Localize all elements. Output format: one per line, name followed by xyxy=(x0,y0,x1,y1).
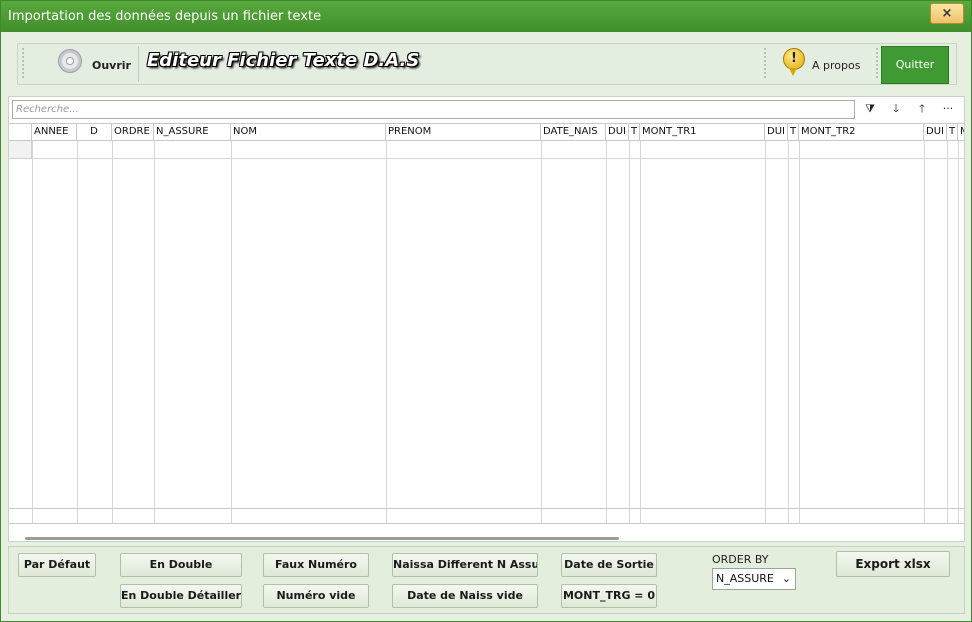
column-divider xyxy=(112,141,113,508)
column-header[interactable]: MONT_TR1 xyxy=(640,124,765,140)
new-row[interactable] xyxy=(9,141,964,159)
info-icon-tail xyxy=(789,68,797,76)
info-icon: ! xyxy=(783,48,805,70)
empty-birthdate-button[interactable]: Date de Naiss vide xyxy=(392,584,538,608)
exit-date-button[interactable]: Date de Sortie xyxy=(561,553,657,577)
close-button[interactable]: × xyxy=(930,3,964,24)
column-header[interactable]: MONT_TR2 xyxy=(799,124,924,140)
column-divider xyxy=(154,141,155,508)
sort-up-icon[interactable]: 🡑 xyxy=(915,102,929,116)
empty-number-button[interactable]: Numéro vide xyxy=(263,584,369,608)
column-header[interactable]: DUI xyxy=(765,124,788,140)
open-button[interactable]: Ouvrir xyxy=(28,44,131,84)
column-divider xyxy=(629,509,630,523)
default-button[interactable]: Par Défaut xyxy=(18,553,96,577)
column-divider xyxy=(112,509,113,523)
open-label: Ouvrir xyxy=(92,59,131,72)
search-input[interactable] xyxy=(12,100,855,119)
duplicates-detailed-button[interactable]: En Double Détailler xyxy=(120,584,242,608)
column-divider xyxy=(77,141,78,508)
about-button[interactable]: ! A propos xyxy=(776,44,876,84)
column-divider xyxy=(765,141,766,508)
toolbar-separator xyxy=(138,46,139,82)
column-divider xyxy=(541,509,542,523)
column-divider xyxy=(947,509,948,523)
cd-icon xyxy=(58,49,82,73)
grid-footer-row xyxy=(9,508,964,524)
column-divider xyxy=(32,509,33,523)
column-divider xyxy=(154,509,155,523)
column-header[interactable]: T xyxy=(629,124,640,140)
column-header[interactable]: ANNEE xyxy=(32,124,77,140)
data-grid-panel: ⧩ 🡓 🡑 ··· ANNEE D ORDRE N_ASSURE NOM PRE… xyxy=(8,96,965,542)
toolbar: Ouvrir Editeur Fichier Texte D.A.S ! A p… xyxy=(17,43,957,85)
column-divider xyxy=(799,509,800,523)
column-header[interactable]: NOM xyxy=(231,124,386,140)
column-divider xyxy=(788,141,789,508)
about-label: A propos xyxy=(812,59,861,72)
column-header[interactable]: DUI xyxy=(924,124,947,140)
column-divider xyxy=(765,509,766,523)
column-divider xyxy=(629,141,630,508)
duplicates-button[interactable]: En Double xyxy=(120,553,242,577)
toolbar-grip xyxy=(22,48,24,80)
column-header[interactable]: T xyxy=(947,124,958,140)
chevron-down-icon: ⌄ xyxy=(781,572,791,585)
title-bar: Importation des données depuis un fichie… xyxy=(1,1,971,32)
column-divider xyxy=(386,141,387,508)
column-header[interactable]: M xyxy=(958,124,964,140)
column-divider xyxy=(231,509,232,523)
main-window: Importation des données depuis un fichie… xyxy=(0,0,972,622)
column-header[interactable]: N_ASSURE xyxy=(154,124,231,140)
column-divider xyxy=(958,141,959,508)
toolbar-grip xyxy=(876,48,878,80)
grid-header: ANNEE D ORDRE N_ASSURE NOM PRENOM DATE_N… xyxy=(9,123,964,141)
column-header[interactable]: T xyxy=(788,124,799,140)
window-title: Importation des données depuis un fichie… xyxy=(8,9,322,24)
column-divider xyxy=(788,509,789,523)
column-divider xyxy=(640,141,641,508)
filter-icon[interactable]: ⧩ xyxy=(863,102,877,116)
toolbar-grip xyxy=(764,48,766,80)
export-xlsx-button[interactable]: Export xlsx xyxy=(836,551,950,577)
column-divider xyxy=(32,141,33,508)
row-selector[interactable] xyxy=(9,141,32,159)
column-header[interactable]: D xyxy=(77,124,112,140)
column-divider xyxy=(947,141,948,508)
column-divider xyxy=(606,141,607,508)
column-divider xyxy=(924,141,925,508)
row-selector-header[interactable] xyxy=(9,124,32,140)
birth-mismatch-button[interactable]: Naissa Different N Assure xyxy=(392,553,538,577)
app-title: Editeur Fichier Texte D.A.S xyxy=(147,50,420,71)
quit-button[interactable]: Quitter xyxy=(881,46,949,84)
column-divider xyxy=(799,141,800,508)
mont-trg-zero-button[interactable]: MONT_TRG = 0 xyxy=(561,584,657,608)
sort-down-icon[interactable]: 🡓 xyxy=(889,102,903,116)
column-divider xyxy=(77,509,78,523)
column-header[interactable]: DATE_NAIS xyxy=(541,124,606,140)
column-divider xyxy=(231,141,232,508)
data-grid[interactable]: ANNEE D ORDRE N_ASSURE NOM PRENOM DATE_N… xyxy=(9,123,964,541)
column-divider xyxy=(386,509,387,523)
horizontal-scrollbar[interactable] xyxy=(25,537,619,540)
column-divider xyxy=(958,509,959,523)
column-divider xyxy=(606,509,607,523)
column-divider xyxy=(640,509,641,523)
order-by-select[interactable]: N_ASSURE ⌄ xyxy=(712,568,796,590)
action-panel: Par Défaut En Double En Double Détailler… xyxy=(8,546,965,614)
column-divider xyxy=(541,141,542,508)
order-by-label: ORDER BY xyxy=(712,553,769,566)
order-by-value: N_ASSURE xyxy=(716,572,774,585)
wrong-number-button[interactable]: Faux Numéro xyxy=(263,553,369,577)
more-options-icon[interactable]: ··· xyxy=(941,102,955,116)
column-divider xyxy=(924,509,925,523)
column-header[interactable]: DUI xyxy=(606,124,629,140)
column-header[interactable]: ORDRE xyxy=(112,124,154,140)
column-header[interactable]: PRENOM xyxy=(386,124,541,140)
